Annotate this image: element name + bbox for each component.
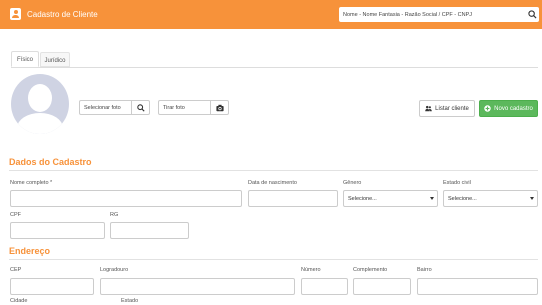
nome-input[interactable] bbox=[10, 190, 242, 207]
estado-label: Estado bbox=[121, 298, 139, 304]
cep-input[interactable] bbox=[10, 278, 94, 295]
client-search-box bbox=[339, 7, 539, 22]
genero-label: Gênero bbox=[343, 180, 362, 186]
client-search-input[interactable] bbox=[339, 7, 523, 22]
select-photo-input[interactable] bbox=[80, 101, 132, 114]
nascimento-input[interactable] bbox=[248, 190, 338, 207]
new-record-button[interactable]: Novo cadastro bbox=[479, 100, 538, 117]
bairro-input[interactable] bbox=[417, 278, 538, 295]
rg-input[interactable] bbox=[110, 222, 189, 239]
bairro-label: Bairro bbox=[417, 267, 432, 273]
top-bar: Cadastro de Cliente bbox=[0, 0, 542, 29]
list-clients-label: Listar cliente bbox=[435, 105, 469, 112]
numero-input[interactable] bbox=[301, 278, 348, 295]
take-photo-input[interactable] bbox=[159, 101, 211, 114]
nascimento-label: Data de nascimento bbox=[248, 180, 297, 186]
take-photo-button[interactable] bbox=[210, 101, 228, 114]
estado-civil-label: Estado civil bbox=[443, 180, 471, 186]
genero-value: Selecione... bbox=[348, 196, 377, 202]
users-icon bbox=[425, 105, 432, 112]
section-title-endereco: Endereço bbox=[9, 246, 51, 256]
nome-label: Nome completo * bbox=[10, 180, 53, 186]
new-record-label: Novo cadastro bbox=[494, 105, 533, 112]
client-card-icon bbox=[10, 8, 21, 20]
tab-juridico[interactable]: Jurídico bbox=[40, 52, 70, 67]
list-clients-button[interactable]: Listar cliente bbox=[419, 100, 475, 117]
tab-divider bbox=[11, 67, 538, 68]
section-divider bbox=[9, 170, 538, 171]
plus-circle-icon bbox=[484, 105, 491, 112]
estado-civil-select[interactable]: Selecione... bbox=[443, 190, 538, 207]
caret-down-icon bbox=[530, 197, 534, 200]
complemento-input[interactable] bbox=[353, 278, 411, 295]
rg-label: RG bbox=[110, 212, 119, 218]
select-photo-group bbox=[79, 100, 150, 115]
cep-label: CEP bbox=[10, 267, 22, 273]
numero-label: Número bbox=[301, 267, 321, 273]
estado-civil-value: Selecione... bbox=[448, 196, 477, 202]
logradouro-label: Logradouro bbox=[100, 267, 129, 273]
tab-fisico[interactable]: Físico bbox=[11, 51, 39, 67]
logradouro-input[interactable] bbox=[100, 278, 295, 295]
caret-down-icon bbox=[430, 197, 434, 200]
genero-select[interactable]: Selecione... bbox=[343, 190, 438, 207]
search-icon bbox=[137, 104, 145, 112]
complemento-label: Complemento bbox=[353, 267, 388, 273]
take-photo-group bbox=[158, 100, 229, 115]
cpf-label: CPF bbox=[10, 212, 21, 218]
cidade-label: Cidade bbox=[10, 298, 28, 304]
camera-icon bbox=[216, 104, 224, 112]
cpf-input[interactable] bbox=[10, 222, 105, 239]
section-title-dados: Dados do Cadastro bbox=[9, 157, 92, 167]
section-divider bbox=[9, 259, 538, 260]
select-photo-button[interactable] bbox=[131, 101, 149, 114]
page-title: Cadastro de Cliente bbox=[27, 10, 98, 19]
search-icon[interactable] bbox=[528, 10, 537, 19]
avatar bbox=[11, 74, 69, 134]
